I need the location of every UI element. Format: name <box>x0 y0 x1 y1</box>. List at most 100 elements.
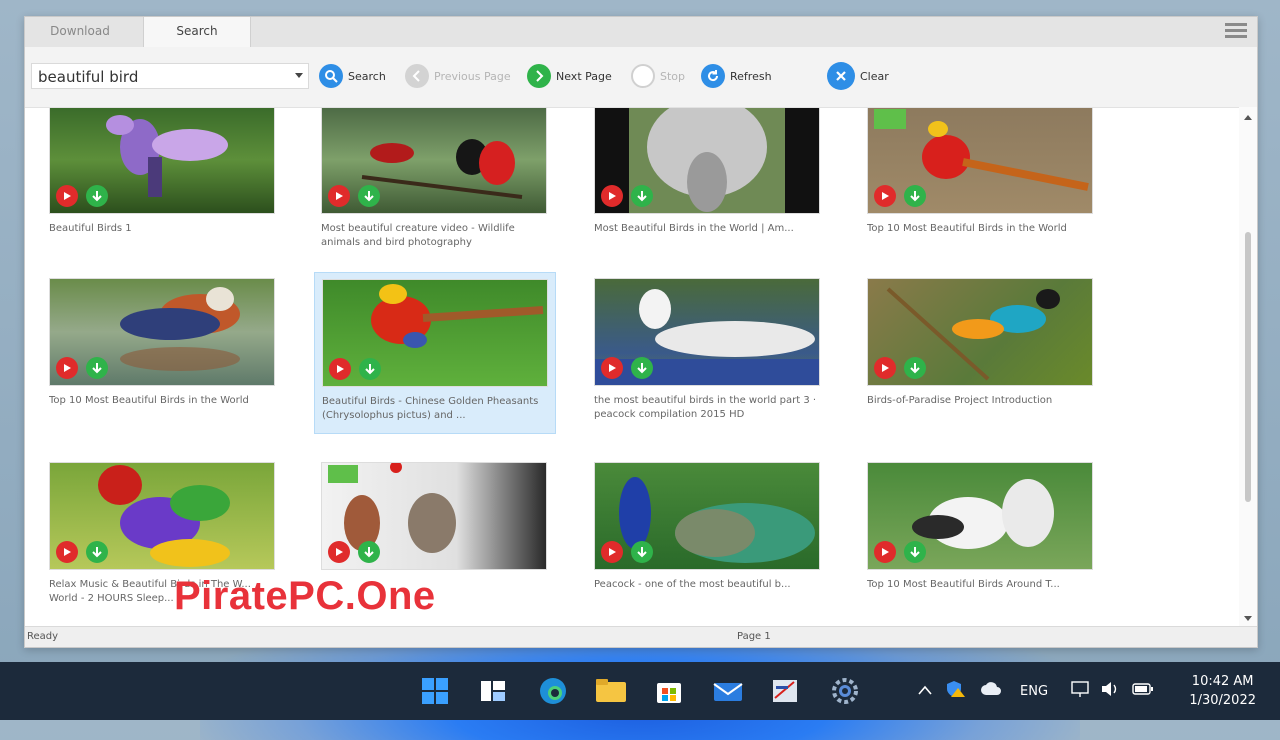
arrow-left-icon <box>405 64 429 88</box>
network-icon[interactable] <box>1070 680 1090 702</box>
play-icon[interactable] <box>601 541 623 563</box>
download-icon[interactable] <box>86 357 108 379</box>
taskbar: ENG 10:42 AM 1/30/2022 <box>0 662 1280 720</box>
result-card[interactable]: Top 10 Most Beautiful Birds in the World <box>867 108 1105 252</box>
video-thumbnail[interactable] <box>49 108 275 214</box>
refresh-button[interactable]: Refresh <box>701 63 772 89</box>
file-explorer-icon[interactable] <box>595 676 626 706</box>
download-icon[interactable] <box>631 185 653 207</box>
security-icon[interactable] <box>946 680 966 702</box>
download-icon[interactable] <box>358 541 380 563</box>
tab-strip: Download Search <box>25 17 1257 47</box>
search-button[interactable]: Search <box>319 63 386 89</box>
download-icon[interactable] <box>86 541 108 563</box>
task-view-icon[interactable] <box>478 676 508 706</box>
result-card[interactable]: Most Beautiful Birds in the World | Am..… <box>594 108 832 252</box>
video-thumbnail[interactable] <box>867 462 1093 570</box>
video-thumbnail[interactable] <box>49 462 275 570</box>
result-card[interactable]: Birds-of-Paradise Project Introduction <box>867 278 1105 424</box>
result-card[interactable]: Top 10 Most Beautiful Birds in the World <box>49 278 287 424</box>
download-icon[interactable] <box>358 185 380 207</box>
play-icon[interactable] <box>328 541 350 563</box>
play-icon[interactable] <box>329 358 351 380</box>
next-page-button[interactable]: Next Page <box>527 63 612 89</box>
edge-browser-icon[interactable] <box>538 676 568 706</box>
chevron-down-icon[interactable] <box>295 73 303 78</box>
toolbar: Search Previous Page Next Page Stop Refr… <box>25 59 1257 93</box>
result-card-selected[interactable]: Beautiful Birds - Chinese Golden Pheasan… <box>314 272 556 434</box>
result-title: Birds-of-Paradise Project Introduction <box>867 395 1053 406</box>
scroll-thumb[interactable] <box>1245 232 1251 502</box>
settings-icon[interactable] <box>830 676 860 706</box>
result-card[interactable]: Most beautiful creature video - Wildlife… <box>321 108 559 252</box>
stop-label: Stop <box>660 69 686 83</box>
app-window: Download Search Search Previous Page Nex… <box>24 16 1258 648</box>
result-card[interactable]: the most beautiful birds in the world pa… <box>594 278 832 424</box>
download-icon[interactable] <box>904 541 926 563</box>
video-thumbnail[interactable] <box>322 279 548 387</box>
download-icon[interactable] <box>631 541 653 563</box>
result-title: Most beautiful creature video - Wildlife… <box>321 223 515 248</box>
arrow-right-icon <box>527 64 551 88</box>
mail-icon[interactable] <box>712 676 743 706</box>
clear-button[interactable]: Clear <box>827 62 889 90</box>
play-icon[interactable] <box>601 357 623 379</box>
play-icon[interactable] <box>56 185 78 207</box>
download-icon[interactable] <box>86 185 108 207</box>
vertical-scrollbar[interactable] <box>1239 107 1257 627</box>
result-title: Most Beautiful Birds in the World | Am..… <box>594 223 794 234</box>
cloud-icon[interactable] <box>980 682 1002 700</box>
windows-start-icon[interactable] <box>420 676 450 706</box>
video-thumbnail[interactable] <box>594 462 820 570</box>
previous-page-button[interactable]: Previous Page <box>405 63 511 89</box>
results-grid: Beautiful Birds 1 Most beautiful creatur… <box>25 107 1239 628</box>
play-icon[interactable] <box>328 185 350 207</box>
download-icon[interactable] <box>904 185 926 207</box>
result-title: the most beautiful birds in the world pa… <box>594 395 817 420</box>
play-icon[interactable] <box>601 185 623 207</box>
play-icon[interactable] <box>874 541 896 563</box>
video-thumbnail[interactable] <box>594 108 820 214</box>
close-icon <box>827 62 855 90</box>
scroll-up-icon[interactable] <box>1244 115 1252 120</box>
tab-download[interactable]: Download <box>25 17 135 47</box>
scroll-down-icon[interactable] <box>1244 616 1252 621</box>
clock-time: 10:42 AM <box>1191 674 1254 689</box>
page-indicator: Page 1 <box>737 631 771 642</box>
play-icon[interactable] <box>874 357 896 379</box>
refresh-icon <box>701 64 725 88</box>
video-thumbnail[interactable] <box>867 108 1093 214</box>
result-title: Top 10 Most Beautiful Birds Around T... <box>867 579 1060 590</box>
download-icon[interactable] <box>904 357 926 379</box>
result-card[interactable]: Peacock - one of the most beautiful b... <box>594 462 832 608</box>
video-thumbnail[interactable] <box>321 108 547 214</box>
result-card[interactable]: Top 10 Most Beautiful Birds Around T... <box>867 462 1105 608</box>
video-thumbnail[interactable] <box>594 278 820 386</box>
search-input[interactable] <box>36 65 290 89</box>
clock[interactable]: 10:42 AM 1/30/2022 <box>1189 672 1256 710</box>
search-button-label: Search <box>348 69 386 83</box>
store-icon[interactable] <box>654 676 684 706</box>
app-icon[interactable] <box>770 676 800 706</box>
result-card[interactable]: Beautiful Birds 1 <box>49 108 287 252</box>
hamburger-menu-icon[interactable] <box>1225 23 1247 41</box>
battery-icon[interactable] <box>1132 682 1154 700</box>
video-thumbnail[interactable] <box>867 278 1093 386</box>
download-icon[interactable] <box>359 358 381 380</box>
video-thumbnail[interactable] <box>49 278 275 386</box>
result-title: Beautiful Birds 1 <box>49 223 132 234</box>
download-icon[interactable] <box>631 357 653 379</box>
play-icon[interactable] <box>874 185 896 207</box>
language-indicator[interactable]: ENG <box>1020 684 1048 699</box>
search-combobox[interactable] <box>31 63 309 89</box>
play-icon[interactable] <box>56 541 78 563</box>
video-thumbnail[interactable] <box>321 462 547 570</box>
stop-button[interactable]: Stop <box>631 63 685 89</box>
stop-icon <box>631 64 655 88</box>
watermark-text: PiratePC.One <box>174 574 436 618</box>
volume-icon[interactable] <box>1100 680 1120 702</box>
result-title: Top 10 Most Beautiful Birds in the World <box>867 223 1067 234</box>
chevron-up-icon[interactable] <box>918 684 932 699</box>
play-icon[interactable] <box>56 357 78 379</box>
tab-search[interactable]: Search <box>143 17 251 47</box>
